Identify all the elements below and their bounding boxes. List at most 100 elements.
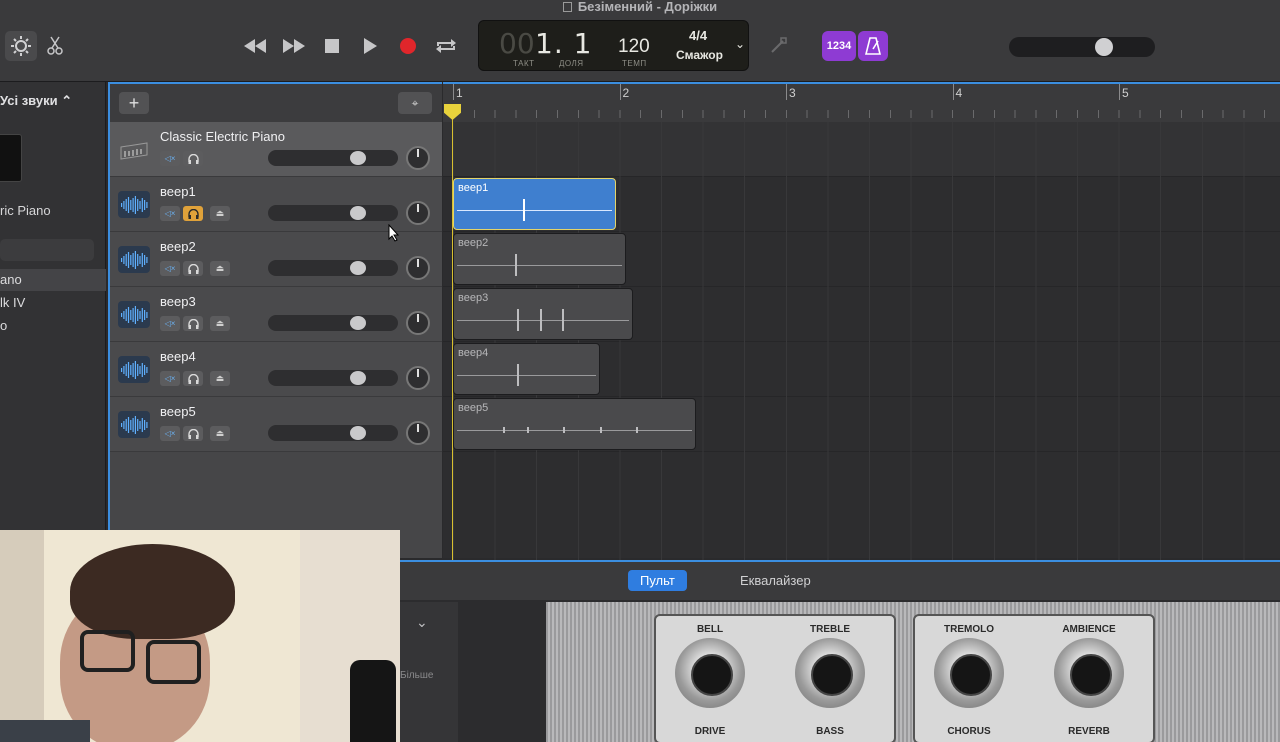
track-name[interactable]: веер4 [160,349,196,364]
mute-icon[interactable]: ◁× [160,151,180,166]
region-waveform [457,265,623,266]
tuner-icon[interactable] [766,34,790,58]
track-header[interactable]: Classic Electric Piano ◁× [110,122,442,177]
track-volume-slider[interactable] [268,425,398,441]
lcd-display[interactable]: 00 1. 1 ТАКТ ДОЛЯ 120 ТЕМП 4/4 Cмажор ⌄ [478,20,749,71]
master-volume-slider[interactable] [1009,37,1155,57]
library-search-field[interactable] [0,239,94,261]
chevron-down-icon[interactable]: ⌄ [735,37,745,51]
library-item[interactable]: ano [0,269,106,291]
lcd-tempo[interactable]: 120 [618,36,650,58]
scissors-icon[interactable] [44,34,66,58]
mute-icon[interactable]: ◁× [160,261,180,276]
track-name[interactable]: Classic Electric Piano [160,129,285,144]
volume-knob[interactable] [350,371,366,385]
pan-knob[interactable] [406,311,430,335]
volume-knob[interactable] [350,151,366,165]
tab-controls[interactable]: Пульт [628,570,687,591]
pan-knob[interactable] [406,256,430,280]
chevron-down-icon[interactable]: ⌄ [416,614,428,631]
bar-number: 5 [1122,86,1129,100]
knob-tremolo[interactable]: TREMOLO CHORUS [921,616,1017,740]
audio-region[interactable]: веер5 [453,398,697,450]
effects-panel: TREMOLO CHORUS AMBIENCE REVERB [913,614,1155,742]
volume-knob[interactable] [350,261,366,275]
mute-icon[interactable]: ◁× [160,371,180,386]
bell-knob[interactable] [675,638,745,708]
headphones-icon[interactable] [183,151,203,166]
track-volume-slider[interactable] [268,315,398,331]
tracks-area[interactable]: 1 2 3 4 5 веер1 веер2 веер3 веер4 веер5 [443,82,1280,560]
library-item[interactable]: lk IV [0,292,106,314]
headphones-icon[interactable] [183,261,203,276]
library-item[interactable]: o [0,315,106,337]
track-header[interactable]: веер3 ◁× ⏏ [110,287,442,342]
knob-ambience[interactable]: AMBIENCE REVERB [1041,616,1137,740]
smart-controls-icon[interactable] [5,31,37,61]
rewind-icon[interactable] [242,34,268,58]
track-name[interactable]: веер2 [160,239,196,254]
catch-playhead-icon[interactable]: ⌖ [398,92,432,114]
track-name[interactable]: веер5 [160,404,196,419]
track-header[interactable]: веер4 ◁× ⏏ [110,342,442,397]
ambience-knob[interactable] [1054,638,1124,708]
bar-marker [952,84,954,100]
cycle-icon[interactable] [434,34,458,58]
input-monitor-icon[interactable]: ⏏ [210,371,230,386]
track-volume-slider[interactable] [268,260,398,276]
mute-icon[interactable]: ◁× [160,206,180,221]
window-title: Безіменний - Доріжки [0,0,1280,14]
pan-knob[interactable] [406,146,430,170]
add-track-button[interactable]: + [119,92,149,114]
input-monitor-icon[interactable]: ⏏ [210,426,230,441]
library-category-select[interactable]: Усі звуки ⌃ [0,93,72,109]
track-header[interactable]: веер5 ◁× ⏏ [110,397,442,452]
count-in-button[interactable]: 1234 [822,31,856,61]
mute-icon[interactable]: ◁× [160,426,180,441]
fast-forward-icon[interactable] [281,34,307,58]
headphones-icon[interactable] [183,426,203,441]
knob-bell[interactable]: BELL DRIVE [662,616,758,740]
tremolo-knob[interactable] [934,638,1004,708]
more-label[interactable]: Більше [400,670,433,681]
tab-equalizer[interactable]: Еквалайзер [728,570,823,591]
record-icon[interactable] [396,34,420,58]
treble-knob[interactable] [795,638,865,708]
input-monitor-icon[interactable]: ⏏ [210,206,230,221]
ruler-ticks [453,110,1280,118]
mute-icon[interactable]: ◁× [160,316,180,331]
input-monitor-icon[interactable]: ⏏ [210,261,230,276]
knob-treble[interactable]: TREBLE BASS [782,616,878,740]
audio-region[interactable]: веер4 [453,343,600,395]
volume-knob[interactable] [350,316,366,330]
pan-knob[interactable] [406,201,430,225]
stop-icon[interactable] [320,34,344,58]
pan-knob[interactable] [406,366,430,390]
count-in-label: 1234 [826,40,852,52]
lcd-key[interactable]: Cмажор [676,48,723,62]
ruler[interactable]: 1 2 3 4 5 [443,84,1280,122]
waveform-peak [540,309,543,331]
lcd-time-signature[interactable]: 4/4 [689,28,707,43]
audio-region[interactable]: веер1 [453,178,617,230]
pan-knob[interactable] [406,421,430,445]
input-monitor-icon[interactable]: ⏏ [210,316,230,331]
headphones-icon[interactable] [183,371,203,386]
playhead[interactable] [452,104,453,560]
master-volume-knob[interactable] [1095,38,1113,56]
track-volume-slider[interactable] [268,370,398,386]
headphones-icon[interactable] [183,316,203,331]
audio-region[interactable]: веер3 [453,288,633,340]
bar-marker [453,84,454,100]
audio-region[interactable]: веер2 [453,233,627,285]
volume-knob[interactable] [350,206,366,220]
track-volume-slider[interactable] [268,205,398,221]
volume-knob[interactable] [350,426,366,440]
track-name[interactable]: веер1 [160,184,196,199]
track-name[interactable]: веер3 [160,294,196,309]
region-waveform [457,320,629,321]
metronome-icon[interactable] [858,31,888,61]
track-volume-slider[interactable] [268,150,398,166]
play-icon[interactable] [358,34,382,58]
headphones-icon[interactable] [183,206,203,221]
